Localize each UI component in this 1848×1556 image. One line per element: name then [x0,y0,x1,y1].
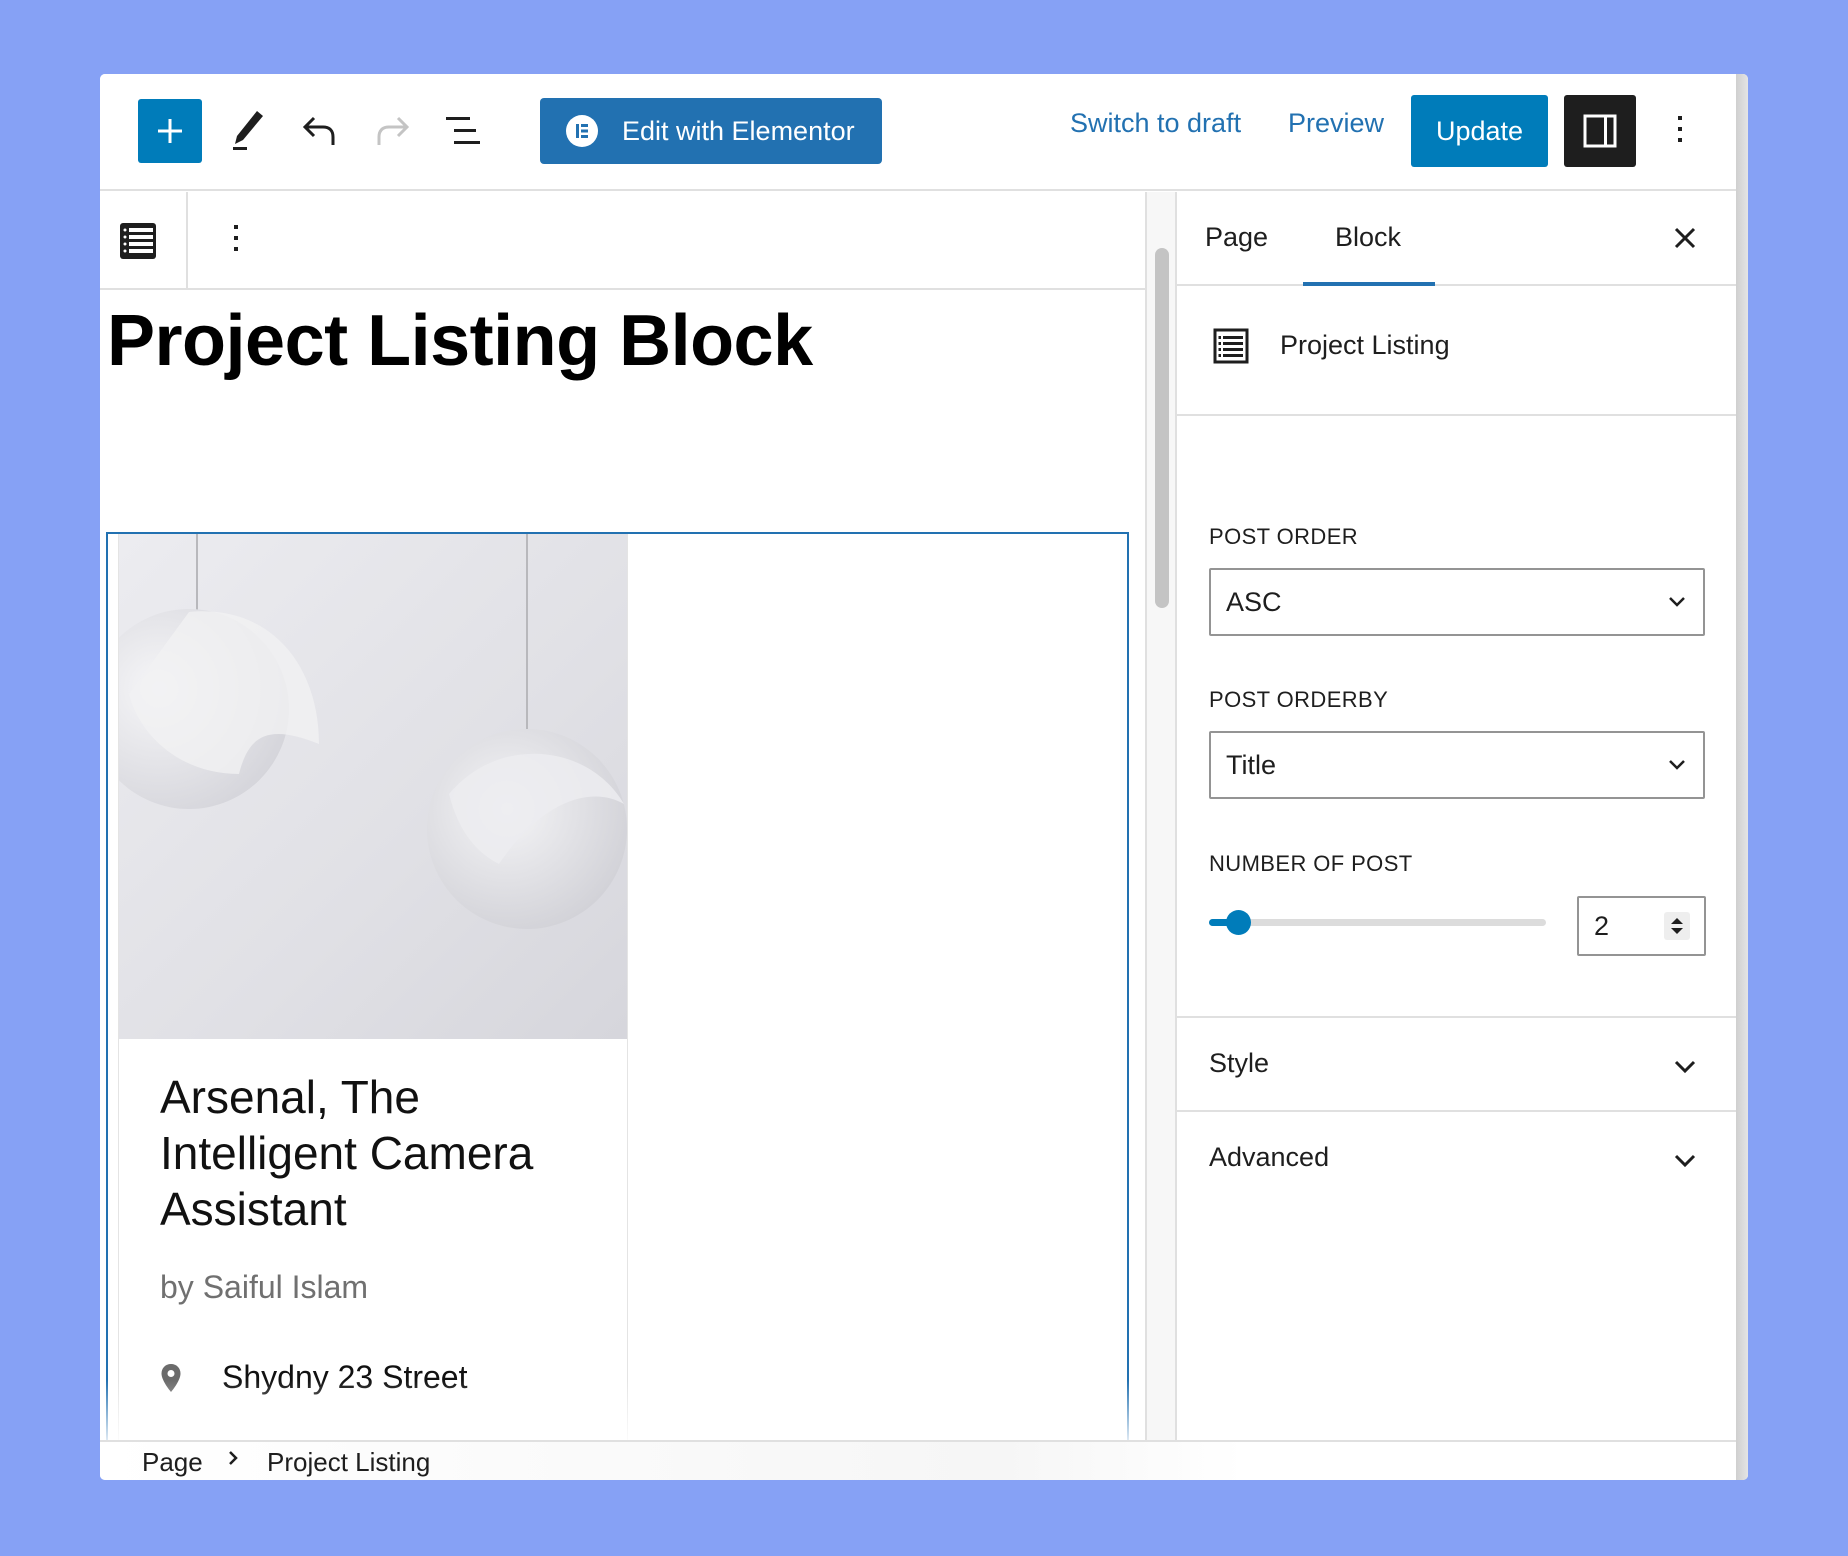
edit-with-elementor-button[interactable]: Edit with Elementor [540,98,882,164]
sidebar-toggle-icon [1583,114,1617,148]
block-card-icon-wrap [1213,328,1249,369]
style-panel-title: Style [1209,1048,1270,1078]
block-card-title: Project Listing [1280,330,1450,360]
elementor-icon [566,115,598,147]
block-toolbar [100,192,1145,290]
project-card: Arsenal, The Intelligent Camera Assistan… [118,534,628,1440]
advanced-panel[interactable]: Advanced [1177,1110,1738,1204]
breadcrumb-item-page[interactable]: Page [142,1447,203,1478]
post-orderby-value: Title [1226,749,1277,780]
redo-icon [377,116,410,145]
update-button[interactable]: Update [1411,95,1548,167]
switch-to-draft-link[interactable]: Switch to draft [1070,108,1241,139]
kebab-icon [1678,116,1682,120]
spinner-arrows-icon [1671,918,1683,934]
pendant-lamps-image [119,534,627,929]
canvas-fade [100,1380,1145,1440]
preview-link[interactable]: Preview [1288,108,1384,139]
close-sidebar-button[interactable] [1669,222,1701,254]
post-order-value: ASC [1226,586,1282,617]
project-title[interactable]: Arsenal, The Intelligent Camera Assistan… [160,1069,590,1237]
options-menu-button[interactable] [1678,116,1682,142]
project-listing-block[interactable]: Arsenal, The Intelligent Camera Assistan… [106,532,1129,1440]
advanced-panel-title: Advanced [1209,1142,1330,1172]
post-orderby-label: Post Orderby [1209,687,1389,712]
settings-sidebar-toggle[interactable] [1564,95,1636,167]
undo-icon [302,116,335,145]
add-block-button[interactable] [138,99,202,163]
list-view-icon [446,117,480,144]
number-of-post-label: Number of Post [1209,851,1413,876]
chevron-down-icon [1674,1060,1696,1074]
post-order-label: Post Order [1209,524,1359,549]
number-of-post-input[interactable]: 2 [1577,896,1706,956]
chevron-down-icon [1669,597,1685,607]
active-tab-indicator [1303,282,1435,286]
pencil-icon [233,111,263,150]
breadcrumb-item-project-listing[interactable]: Project Listing [267,1447,430,1478]
toolbar-divider [186,192,188,288]
sidebar-tabs: Page Block [1177,192,1738,286]
page-title[interactable]: Project Listing Block [107,300,813,382]
breadcrumb-separator-icon [226,1446,240,1477]
scrollbar-thumb[interactable] [1155,248,1169,608]
list-block-icon [1213,328,1249,364]
tools-button[interactable] [220,104,274,158]
block-type-button[interactable] [119,222,157,265]
chevron-down-icon [1669,760,1685,770]
style-panel[interactable]: Style [1177,1016,1738,1110]
close-icon [1674,227,1696,249]
breadcrumb: Page Project Listing [100,1440,1736,1480]
number-of-post-value: 2 [1594,910,1610,941]
redo-button[interactable] [365,104,419,158]
post-order-select[interactable]: ASC [1209,568,1705,636]
tab-block[interactable]: Block [1335,222,1401,253]
block-options-button[interactable] [234,225,238,251]
project-image [119,534,627,1039]
edit-with-elementor-label: Edit with Elementor [622,115,855,146]
editor-toolbar: Edit with Elementor Switch to draft Prev… [100,74,1736,191]
tab-page[interactable]: Page [1205,222,1268,253]
editor-canvas: Project Listing Block Arsenal, The Intel… [100,290,1145,1440]
plus-icon [158,119,182,143]
list-block-icon [120,223,156,259]
slider-handle[interactable] [1226,910,1251,935]
settings-sidebar: Page Block Project Listing Post Order AS… [1175,192,1738,1440]
kebab-icon [234,225,238,229]
update-label: Update [1435,115,1524,146]
canvas-scrollbar[interactable] [1145,192,1175,1440]
post-orderby-select[interactable]: Title [1209,731,1705,799]
editor-window: Edit with Elementor Switch to draft Prev… [100,74,1748,1480]
list-view-button[interactable] [437,104,491,158]
undo-button[interactable] [293,104,347,158]
number-spinner[interactable] [1664,912,1690,940]
project-author: by Saiful Islam [160,1269,369,1305]
number-of-post-slider[interactable] [1209,910,1546,935]
block-card: Project Listing [1177,288,1738,416]
window-edge [1736,74,1748,1480]
chevron-down-icon [1674,1154,1696,1168]
